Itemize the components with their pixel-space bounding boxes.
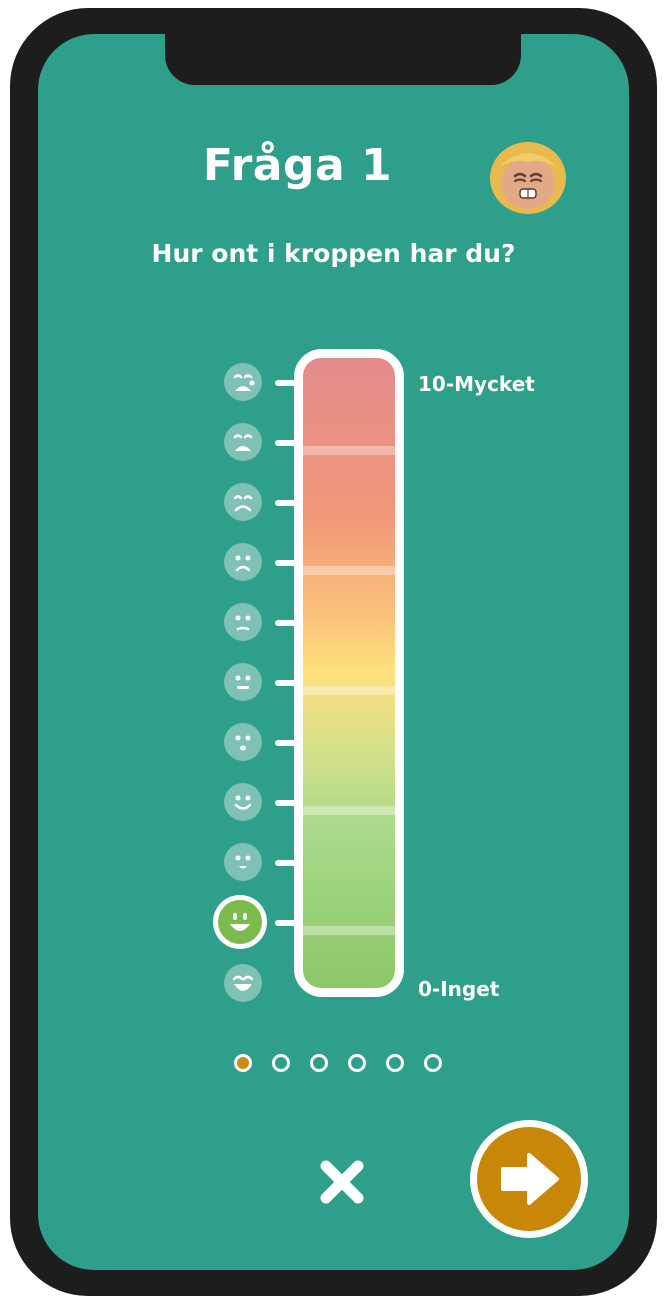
scale-band <box>303 566 395 575</box>
scale-band <box>303 926 395 935</box>
app-screen: Fråga 1 Hur ont i kroppen har du? 10-Myc… <box>38 34 629 1270</box>
pain-scale-slider[interactable] <box>294 349 404 997</box>
question-text: Hur ont i kroppen har du? <box>151 239 516 268</box>
face-smiling-icon[interactable] <box>224 783 262 821</box>
scale-min-label: 0-Inget <box>418 977 500 1001</box>
phone-frame: Fråga 1 Hur ont i kroppen har du? 10-Myc… <box>10 8 657 1296</box>
next-button[interactable] <box>477 1127 581 1231</box>
page-dot-1[interactable] <box>234 1054 252 1072</box>
face-happy-icon[interactable] <box>224 843 262 881</box>
page-dot-6[interactable] <box>424 1054 442 1072</box>
face-very-sad-icon[interactable] <box>224 423 262 461</box>
scale-band <box>303 686 395 695</box>
avatar <box>490 142 566 214</box>
scale-max-label: 10-Mycket <box>418 372 535 396</box>
pain-scale-gradient <box>303 358 395 988</box>
arrow-right-icon <box>501 1153 559 1205</box>
page-dot-3[interactable] <box>310 1054 328 1072</box>
scale-band <box>303 806 395 815</box>
face-grinning-icon[interactable] <box>218 900 262 944</box>
page-dot-4[interactable] <box>348 1054 366 1072</box>
close-icon[interactable] <box>316 1156 368 1208</box>
face-worried-icon[interactable] <box>224 543 262 581</box>
scale-band <box>303 446 395 455</box>
face-slightly-sad-icon[interactable] <box>224 603 262 641</box>
face-sad-icon[interactable] <box>224 483 262 521</box>
page-title: Fråga 1 <box>202 140 393 191</box>
face-crying-icon[interactable] <box>224 363 262 401</box>
face-laughing-icon[interactable] <box>224 964 262 1002</box>
face-neutral-icon[interactable] <box>224 663 262 701</box>
phone-notch <box>165 34 521 85</box>
page-dot-2[interactable] <box>272 1054 290 1072</box>
page-dot-5[interactable] <box>386 1054 404 1072</box>
face-slightly-neutral-icon[interactable] <box>224 723 262 761</box>
